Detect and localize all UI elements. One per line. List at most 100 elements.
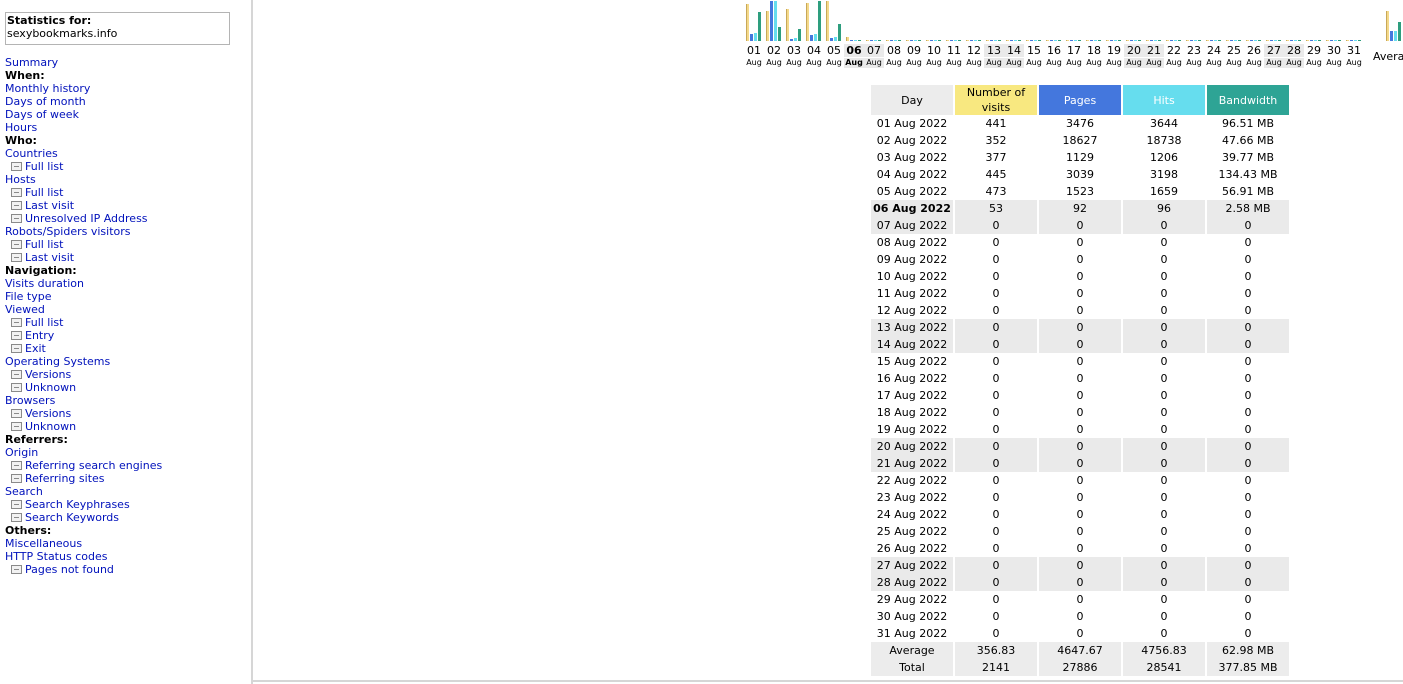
stats-for-label: Statistics for:: [7, 14, 92, 27]
cell-visits: 0: [992, 525, 1000, 538]
menu-subitem: Pages not found: [5, 563, 245, 576]
month-tick-label: Aug: [746, 58, 762, 67]
bars: [1265, 0, 1283, 42]
hits-bar: [1294, 40, 1297, 41]
menu-link[interactable]: Entry: [25, 329, 54, 342]
menu-item: Viewed: [5, 303, 245, 316]
table-row: 12 Aug 2022 0 0 0 0: [871, 302, 1289, 319]
avg-bandwidth-bar: [1398, 22, 1401, 41]
cell-bandwidth: 0: [1244, 525, 1252, 538]
cell-visits: 0: [992, 355, 1000, 368]
cell-hits: 0: [1123, 438, 1205, 455]
menu-item: Browsers: [5, 394, 245, 407]
menu-link[interactable]: Miscellaneous: [5, 537, 82, 550]
bars: [785, 0, 803, 42]
menu-link[interactable]: Operating Systems: [5, 355, 110, 368]
cell-bandwidth: 0: [1207, 319, 1289, 336]
day-tick-label: 21: [1144, 44, 1164, 57]
menu-subitem: Full list: [5, 238, 245, 251]
visits-bar: [1026, 40, 1029, 41]
menu-link[interactable]: Robots/Spiders visitors: [5, 225, 131, 238]
menu-link[interactable]: Versions: [25, 407, 71, 420]
menu-link[interactable]: Hours: [5, 121, 37, 134]
table-row: 03 Aug 2022 377 1129 1206 39.77 MB: [871, 149, 1289, 166]
cell-day: 28 Aug 2022: [871, 574, 953, 591]
day-bar-group: 25 Aug: [1224, 0, 1244, 70]
menu-link[interactable]: Full list: [25, 160, 63, 173]
menu-link[interactable]: Summary: [5, 56, 58, 69]
menu-item: HTTP Status codes: [5, 550, 245, 563]
menu-link[interactable]: Referring sites: [25, 472, 105, 485]
bars: [845, 0, 863, 42]
cell-bandwidth: 0: [1244, 304, 1252, 317]
menu-link[interactable]: Last visit: [25, 199, 74, 212]
bars: [1285, 0, 1303, 42]
cell-visits: 0: [992, 304, 1000, 317]
menu-link[interactable]: Pages not found: [25, 563, 114, 576]
cell-pages: 0: [1039, 319, 1121, 336]
month-tick-label: Aug: [1306, 58, 1322, 67]
bandwidth-bar: [1138, 40, 1141, 41]
day-bar-group: 08 Aug: [884, 0, 904, 70]
day-tick-label: 20: [1124, 44, 1144, 57]
menu-link[interactable]: File type: [5, 290, 51, 303]
menu-link[interactable]: HTTP Status codes: [5, 550, 107, 563]
day-tick-label: 07: [864, 44, 884, 57]
total-row: Total 2141 27886 28541 377.85 MB: [871, 659, 1289, 676]
table-row: 25 Aug 2022 0 0 0 0: [871, 523, 1289, 540]
hits-bar: [1114, 40, 1117, 41]
cell-visits: 0: [992, 406, 1000, 419]
menu-link[interactable]: Full list: [25, 186, 63, 199]
menu-link[interactable]: Hosts: [5, 173, 36, 186]
hits-bar: [774, 1, 777, 41]
subitem-icon: [11, 239, 22, 249]
menu-link[interactable]: Unresolved IP Address: [25, 212, 148, 225]
menu-link[interactable]: Search: [5, 485, 43, 498]
menu-link[interactable]: Versions: [25, 368, 71, 381]
bandwidth-bar: [878, 40, 881, 41]
visits-bar: [786, 9, 789, 41]
hits-bar: [754, 33, 757, 41]
cell-visits: 441: [985, 117, 1007, 130]
table-row: 30 Aug 2022 0 0 0 0: [871, 608, 1289, 625]
cell-bandwidth: 0: [1244, 627, 1252, 640]
day-bar-group: 21 Aug: [1144, 0, 1164, 70]
menu-link[interactable]: Browsers: [5, 394, 55, 407]
menu-link[interactable]: Referring search engines: [25, 459, 162, 472]
subitem-icon: [11, 213, 22, 223]
cell-pages: 0: [1039, 557, 1121, 574]
menu-link[interactable]: Viewed: [5, 303, 45, 316]
menu-item: File type: [5, 290, 245, 303]
menu-link[interactable]: Exit: [25, 342, 46, 355]
hits-bar: [1014, 40, 1017, 41]
cell-pages: 0: [1076, 355, 1084, 368]
menu-link[interactable]: Full list: [25, 238, 63, 251]
menu-link[interactable]: Last visit: [25, 251, 74, 264]
month-tick-label: Aug: [786, 58, 802, 67]
menu-link[interactable]: Unknown: [25, 381, 76, 394]
menu-link[interactable]: Search Keyphrases: [25, 498, 130, 511]
day-tick-label: 29: [1307, 44, 1321, 57]
menu-link[interactable]: Search Keywords: [25, 511, 119, 524]
menu-link[interactable]: Monthly history: [5, 82, 90, 95]
day-bar-group: 15 Aug: [1024, 0, 1044, 70]
menu-link[interactable]: Days of week: [5, 108, 79, 121]
menu-link[interactable]: Days of month: [5, 95, 86, 108]
day-tick-label: 12: [967, 44, 981, 57]
bandwidth-bar: [1218, 40, 1221, 41]
month-tick-label: Aug: [1166, 58, 1182, 67]
day-bar-group: 04 Aug: [804, 0, 824, 70]
bars: [1345, 0, 1363, 42]
menu-link[interactable]: Countries: [5, 147, 58, 160]
table-row: 21 Aug 2022 0 0 0 0: [871, 455, 1289, 472]
menu-link[interactable]: Visits duration: [5, 277, 84, 290]
cell-visits: 356.83: [955, 642, 1037, 659]
pages-bar: [1350, 40, 1353, 41]
cell-pages: 0: [1076, 389, 1084, 402]
cell-pages: 0: [1076, 542, 1084, 555]
menu-link[interactable]: Origin: [5, 446, 38, 459]
menu-link[interactable]: Unknown: [25, 420, 76, 433]
cell-visits: 53: [955, 200, 1037, 217]
cell-visits: 0: [992, 423, 1000, 436]
menu-link[interactable]: Full list: [25, 316, 63, 329]
